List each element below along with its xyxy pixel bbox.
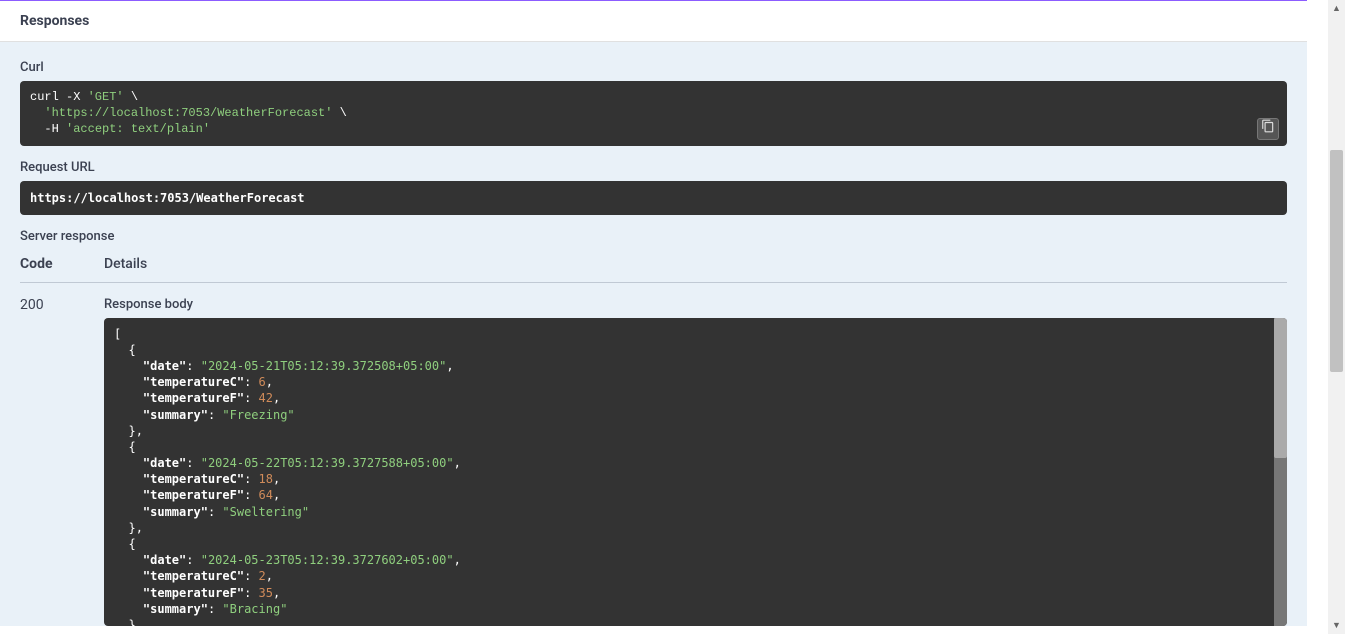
chevron-down-icon: ▼ <box>1332 620 1341 631</box>
response-body-block[interactable]: [ { "date": "2024-05-21T05:12:39.372508+… <box>104 318 1287 626</box>
status-code: 200 <box>20 297 104 626</box>
curl-text: curl -X 'GET' \ 'https://localhost:7053/… <box>30 90 347 136</box>
scroll-up-button[interactable]: ▲ <box>1328 0 1345 17</box>
responses-title: Responses <box>20 13 1287 29</box>
page-scrollbar-thumb[interactable] <box>1330 150 1343 372</box>
scroll-down-button[interactable]: ▼ <box>1328 617 1345 634</box>
page-vertical-scrollbar[interactable]: ▲ ▼ <box>1328 0 1345 634</box>
response-body-label: Response body <box>104 297 1287 312</box>
request-url-block: https://localhost:7053/WeatherForecast <box>20 181 1287 215</box>
curl-label: Curl <box>20 60 1287 75</box>
copy-curl-button[interactable] <box>1257 118 1279 140</box>
code-column-header: Code <box>20 256 104 272</box>
clipboard-icon <box>1261 119 1275 138</box>
response-body-json: [ { "date": "2024-05-21T05:12:39.372508+… <box>114 327 461 626</box>
live-responses-area: Curl curl -X 'GET' \ 'https://localhost:… <box>0 42 1307 626</box>
response-body-scrollbar-thumb[interactable] <box>1274 318 1287 458</box>
response-details-cell: Response body [ { "date": "2024-05-21T05… <box>104 297 1287 626</box>
request-url-value: https://localhost:7053/WeatherForecast <box>30 191 305 205</box>
response-row: 200 Response body [ { "date": "2024-05-2… <box>20 297 1287 626</box>
swagger-responses-panel: Responses Curl curl -X 'GET' \ 'https://… <box>0 0 1307 634</box>
request-url-label: Request URL <box>20 160 1287 175</box>
responses-section-header: Responses <box>0 1 1307 42</box>
viewport: Responses Curl curl -X 'GET' \ 'https://… <box>0 0 1345 634</box>
chevron-up-icon: ▲ <box>1332 3 1341 14</box>
details-column-header: Details <box>104 256 1287 272</box>
response-body-scrollbar[interactable] <box>1274 318 1287 626</box>
response-table-header: Code Details <box>20 256 1287 283</box>
server-response-label: Server response <box>20 229 1287 244</box>
curl-command-block: curl -X 'GET' \ 'https://localhost:7053/… <box>20 81 1287 146</box>
